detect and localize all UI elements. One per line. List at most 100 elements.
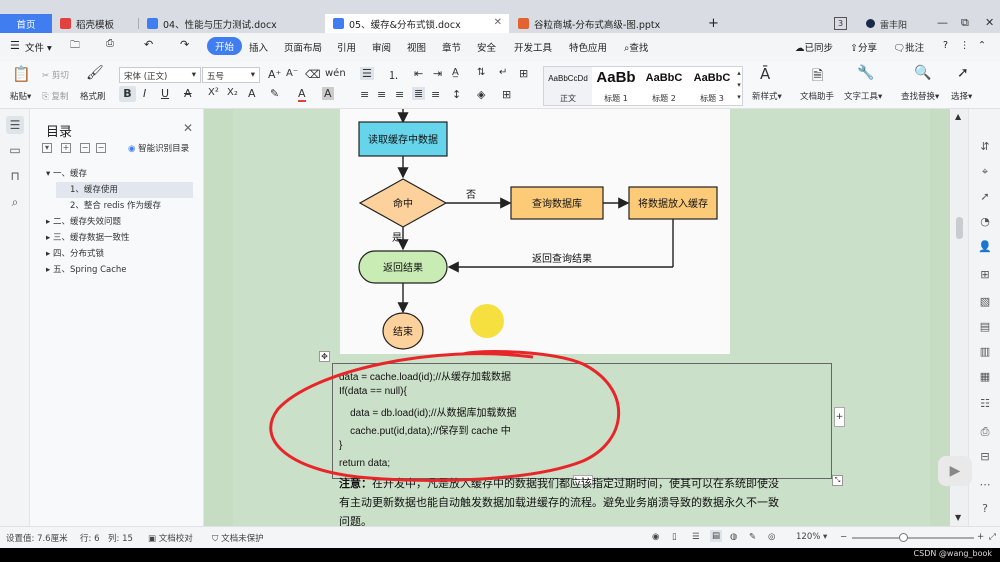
- add-heading-icon[interactable]: +: [61, 143, 71, 153]
- page-icon[interactable]: ▭: [6, 141, 24, 159]
- paste-button[interactable]: 粘贴▾: [10, 90, 31, 102]
- toc-item-spring-cache[interactable]: ▸ 五、Spring Cache: [46, 262, 127, 278]
- menu-developer[interactable]: 开发工具: [514, 40, 552, 54]
- format-painter-icon[interactable]: 🖌: [86, 65, 104, 81]
- scroll-down-icon[interactable]: ▼: [955, 513, 961, 522]
- scroll-thumb[interactable]: [956, 217, 963, 239]
- sync-status[interactable]: ☁已同步: [795, 40, 833, 54]
- location-icon[interactable]: ⌖: [977, 164, 993, 180]
- toc-item-consistency[interactable]: ▸ 三、缓存数据一致性: [46, 230, 129, 246]
- bookmark-icon[interactable]: ⊓: [6, 167, 24, 185]
- menu-start[interactable]: 开始: [207, 37, 243, 55]
- new-tab-button[interactable]: +: [700, 14, 720, 33]
- smart-toc-button[interactable]: ◉ 智能识别目录: [128, 142, 189, 154]
- tab-count-badge[interactable]: 3: [834, 17, 847, 30]
- collapse-heading-icon[interactable]: −: [96, 143, 106, 153]
- menu-features[interactable]: 特色应用: [569, 40, 607, 54]
- menu-review[interactable]: 审阅: [372, 40, 391, 54]
- image-icon[interactable]: ▧: [977, 294, 993, 310]
- chart-icon[interactable]: ▥: [977, 344, 993, 360]
- shrink-font-icon[interactable]: A⁻: [286, 68, 298, 79]
- document-page[interactable]: 读取缓存中数据 命中 否 查询数据库 将数据放入缓存 是 返回结果 返回查询结果…: [233, 109, 930, 528]
- expand-all-icon[interactable]: ▾: [42, 143, 52, 153]
- select-button[interactable]: 选择▾: [951, 90, 972, 102]
- stats-icon[interactable]: ▦: [977, 369, 993, 385]
- read-mode-icon[interactable]: ▯: [672, 532, 677, 542]
- window-close-button[interactable]: ✕: [985, 16, 994, 29]
- toc-item-cache[interactable]: ▾ 一、缓存: [46, 166, 87, 182]
- toc-icon[interactable]: ☰: [6, 116, 24, 134]
- change-case-icon[interactable]: A̲: [452, 67, 459, 78]
- paste-icon[interactable]: 📋: [12, 65, 31, 83]
- underline-button[interactable]: U: [161, 87, 169, 100]
- tab-docer-templates[interactable]: 稻壳模板: [52, 14, 138, 33]
- share-button[interactable]: ⇪分享: [850, 40, 877, 54]
- cut-button[interactable]: ✂ 剪切: [42, 69, 69, 81]
- phonetic-icon[interactable]: wén: [325, 68, 346, 79]
- toc-item-cache-invalid[interactable]: ▸ 二、缓存失效问题: [46, 214, 121, 230]
- close-icon[interactable]: ✕: [183, 121, 193, 135]
- style-gallery-more[interactable]: ▴ ▾ ▾: [735, 67, 743, 105]
- save-icon[interactable]: 🗀: [70, 38, 80, 55]
- style-normal[interactable]: AaBbCcDd 正文: [544, 67, 592, 105]
- tab-home[interactable]: 首页: [0, 14, 52, 33]
- menu-view[interactable]: 视图: [407, 40, 426, 54]
- zoom-slider[interactable]: [852, 537, 974, 539]
- zoom-slider-thumb[interactable]: [899, 533, 908, 542]
- web-view-icon[interactable]: ◍: [730, 532, 737, 542]
- restore-button[interactable]: ⧉: [961, 16, 969, 30]
- show-marks-icon[interactable]: ↵: [499, 67, 507, 78]
- find-replace-button[interactable]: 查找替换▾: [901, 90, 939, 102]
- grow-font-icon[interactable]: A⁺: [268, 68, 281, 81]
- line-spacing-icon[interactable]: ↕: [452, 88, 461, 101]
- flowchart-figure[interactable]: 读取缓存中数据 命中 否 查询数据库 将数据放入缓存 是 返回结果 返回查询结果…: [340, 109, 730, 354]
- doc-assistant-button[interactable]: 文档助手: [800, 90, 834, 102]
- doc-assistant-icon[interactable]: 🗎: [812, 65, 823, 89]
- redo-icon[interactable]: ↷: [180, 38, 189, 51]
- superscript-button[interactable]: X²: [208, 87, 219, 98]
- find-replace-icon[interactable]: 🔍: [914, 65, 931, 81]
- style-heading-1[interactable]: AaBb 标题 1: [593, 67, 639, 105]
- table-layout-icon[interactable]: ⊞: [519, 67, 528, 80]
- undo-icon[interactable]: ↶: [144, 38, 153, 51]
- protect-status[interactable]: ⛉ 文档未保护: [212, 532, 264, 544]
- eye-icon[interactable]: ◉: [652, 532, 659, 542]
- font-color-button[interactable]: A: [298, 87, 306, 102]
- new-style-button[interactable]: 新样式▾: [752, 90, 782, 102]
- collapse-ribbon-icon[interactable]: ⌃: [978, 40, 986, 51]
- add-column-button[interactable]: +: [834, 407, 845, 427]
- text-effect-button[interactable]: A: [248, 87, 256, 100]
- zoom-level[interactable]: 120% ▾: [796, 532, 827, 542]
- bold-button[interactable]: B: [119, 86, 136, 102]
- fullscreen-icon[interactable]: ⤢: [989, 532, 996, 542]
- justify-icon[interactable]: ≣: [412, 87, 426, 100]
- write-mode-icon[interactable]: ✎: [749, 532, 756, 542]
- format-painter-button[interactable]: 格式刷: [80, 90, 106, 102]
- video-play-icon[interactable]: ▶: [938, 456, 972, 486]
- close-icon[interactable]: ✕: [494, 17, 502, 28]
- menu-search[interactable]: ⌕查找: [624, 40, 648, 54]
- table-resize-handle[interactable]: ⤡: [832, 475, 843, 486]
- zoom-in-button[interactable]: +: [977, 532, 984, 542]
- subscript-button[interactable]: X₂: [227, 87, 238, 98]
- italic-button[interactable]: I: [143, 87, 146, 100]
- print-icon[interactable]: ⎙: [977, 424, 993, 440]
- more-icon[interactable]: ⋮: [960, 40, 970, 51]
- text-tools-button[interactable]: 文字工具▾: [844, 90, 882, 102]
- cursor-icon[interactable]: ➚: [957, 65, 969, 81]
- list-icon[interactable]: ☷: [977, 396, 993, 412]
- border-icon[interactable]: ⊞: [502, 88, 511, 101]
- scroll-up-icon[interactable]: ▲: [955, 112, 961, 121]
- numbered-list-icon[interactable]: ⒈: [388, 67, 399, 83]
- print-icon[interactable]: ⎙: [106, 38, 114, 49]
- align-right-icon[interactable]: ≡: [395, 88, 404, 101]
- tab-ppt[interactable]: 谷粒商城-分布式高级-图.pptx: [510, 14, 695, 33]
- menu-chapter[interactable]: 章节: [442, 40, 461, 54]
- tab-doc-04[interactable]: 04、性能与压力测试.docx: [139, 14, 324, 33]
- table-move-handle[interactable]: ✥: [319, 351, 330, 362]
- wrench-icon[interactable]: 🔧: [857, 65, 874, 81]
- help-circle-icon[interactable]: ?: [977, 501, 993, 517]
- paint-icon[interactable]: ▤: [977, 319, 993, 335]
- page-view-icon[interactable]: ▤: [710, 530, 723, 542]
- char-shading-button[interactable]: A: [322, 87, 334, 100]
